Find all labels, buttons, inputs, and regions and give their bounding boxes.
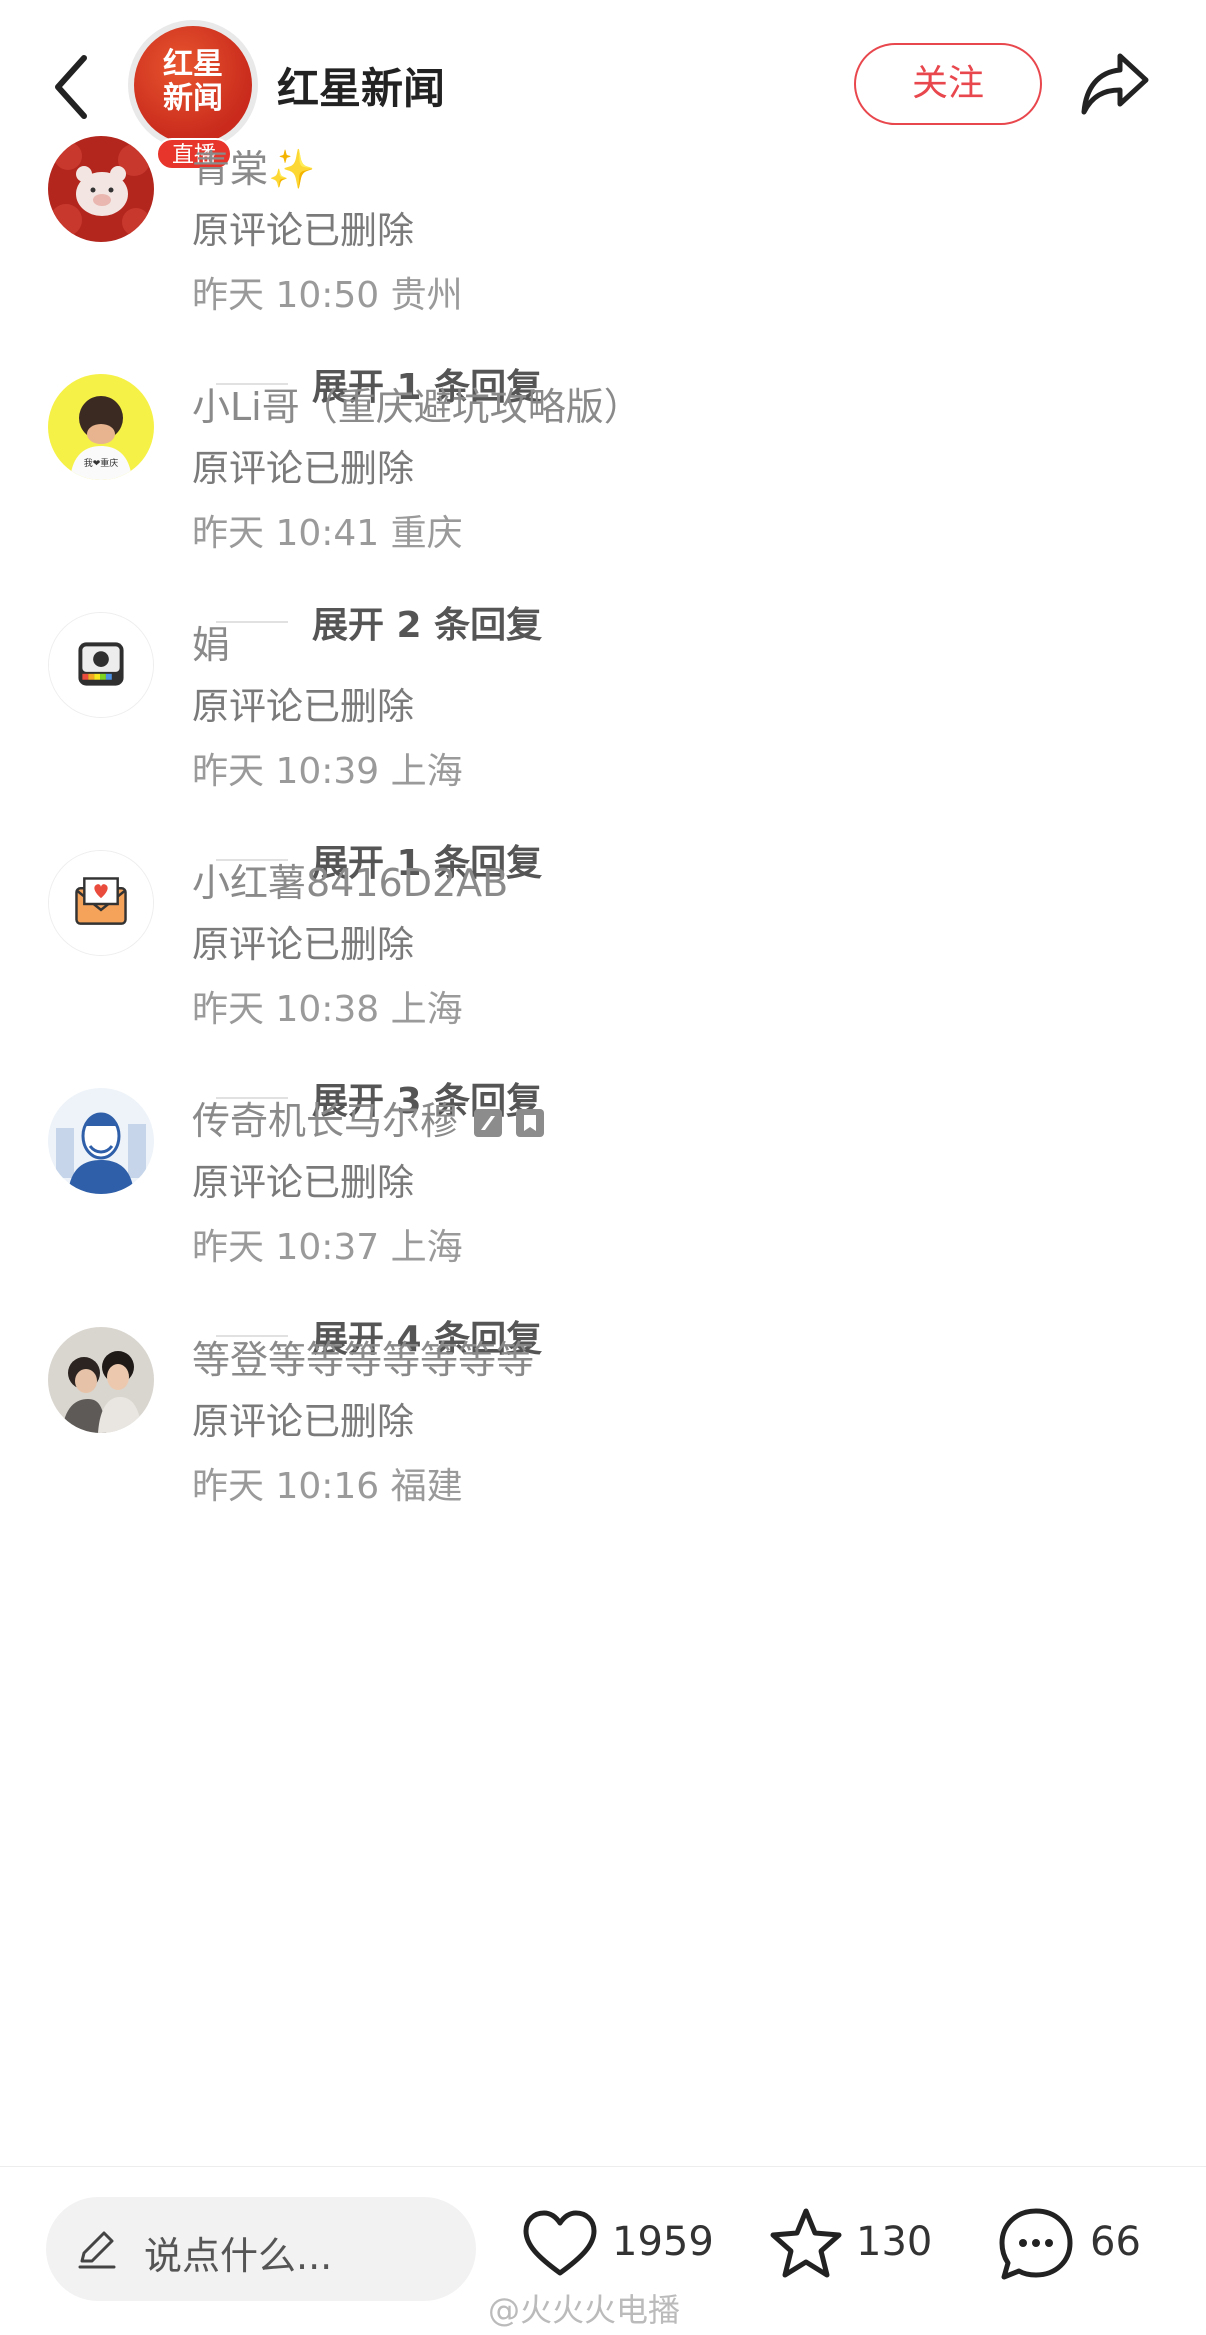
comment-count: 66 bbox=[1090, 2219, 1141, 2265]
comment-text: 原评论已删除 bbox=[192, 685, 414, 728]
share-icon[interactable] bbox=[1080, 50, 1150, 116]
camera-avatar-icon bbox=[49, 613, 153, 717]
logo-text-line-2: 新闻 bbox=[163, 81, 223, 116]
verified-badge-icon bbox=[516, 1109, 545, 1137]
like-button[interactable]: 1959 bbox=[520, 2205, 720, 2285]
account-avatar[interactable]: 红星 新闻 直播 bbox=[128, 20, 258, 170]
comment-input[interactable]: 说点什么... bbox=[46, 2197, 476, 2301]
comment-meta: 昨天 10:38 上海 bbox=[192, 989, 463, 1030]
comment-text: 原评论已删除 bbox=[192, 1400, 414, 1443]
brand-logo: 红星 新闻 bbox=[134, 26, 252, 144]
user-avatar[interactable] bbox=[48, 850, 154, 956]
level-badge-icon bbox=[474, 1109, 503, 1137]
user-avatar[interactable] bbox=[48, 612, 154, 718]
comment-username[interactable]: 小红薯8416D2AB bbox=[192, 852, 508, 907]
account-name[interactable]: 红星新闻 bbox=[277, 55, 445, 116]
logo-text-line-1: 红星 bbox=[163, 47, 223, 82]
comment-item: 等登等等等等等等等 原评论已删除 昨天 10:16 福建 bbox=[0, 1327, 1206, 1657]
favorite-button[interactable]: 130 bbox=[766, 2205, 936, 2285]
user-avatar[interactable] bbox=[48, 1327, 154, 1433]
comments-button[interactable]: 66 bbox=[996, 2205, 1166, 2285]
comment-meta: 昨天 10:50 贵州 bbox=[192, 275, 463, 316]
pig-on-red-avatar-icon bbox=[48, 136, 154, 242]
user-avatar[interactable]: 我❤重庆 bbox=[48, 374, 154, 480]
comment-input-placeholder: 说点什么... bbox=[144, 2234, 333, 2278]
comment-text: 原评论已删除 bbox=[192, 447, 414, 490]
comment-username-text: 传奇机长马尔穆 bbox=[192, 1099, 459, 1143]
comment-username[interactable]: 等登等等等等等等等 bbox=[192, 1329, 534, 1384]
pencil-icon bbox=[78, 2231, 116, 2269]
comment-text: 原评论已删除 bbox=[192, 923, 414, 966]
back-arrow-icon[interactable] bbox=[48, 52, 96, 122]
cartoon-boy-yellow-avatar-icon: 我❤重庆 bbox=[48, 374, 154, 480]
star-icon bbox=[770, 2208, 842, 2278]
comment-text: 原评论已删除 bbox=[192, 1161, 414, 1204]
comment-meta: 昨天 10:37 上海 bbox=[192, 1227, 463, 1268]
comment-meta: 昨天 10:16 福建 bbox=[192, 1466, 463, 1507]
avatar-caption: 我❤重庆 bbox=[84, 457, 119, 469]
comment-text: 原评论已删除 bbox=[192, 209, 414, 252]
logo-text: 红星 新闻 bbox=[134, 48, 252, 116]
man-sketch-avatar-icon bbox=[48, 1088, 154, 1194]
comment-username[interactable]: 娟 bbox=[192, 614, 230, 669]
favorite-count: 130 bbox=[856, 2219, 933, 2265]
comment-username[interactable]: 小Li哥（重庆避坑攻略版） bbox=[192, 376, 642, 431]
heart-icon bbox=[523, 2210, 597, 2276]
comment-username[interactable]: 青棠✨ bbox=[192, 138, 315, 193]
comment-username[interactable]: 传奇机长马尔穆 bbox=[192, 1090, 545, 1145]
comment-meta: 昨天 10:41 重庆 bbox=[192, 513, 463, 554]
user-avatar[interactable] bbox=[48, 136, 154, 242]
follow-button[interactable]: 关注 bbox=[854, 43, 1042, 125]
watermark-text: @火火火电播 bbox=[488, 2291, 681, 2329]
like-count: 1959 bbox=[612, 2219, 714, 2265]
comment-meta: 昨天 10:39 上海 bbox=[192, 751, 463, 792]
comment-bubble-icon bbox=[999, 2208, 1073, 2280]
two-people-photo-avatar-icon bbox=[48, 1327, 154, 1433]
envelope-heart-avatar-icon bbox=[49, 851, 153, 955]
bottom-action-bar: 说点什么... 1959 130 66 @火火火电播 bbox=[0, 2166, 1206, 2335]
user-avatar[interactable] bbox=[48, 1088, 154, 1194]
